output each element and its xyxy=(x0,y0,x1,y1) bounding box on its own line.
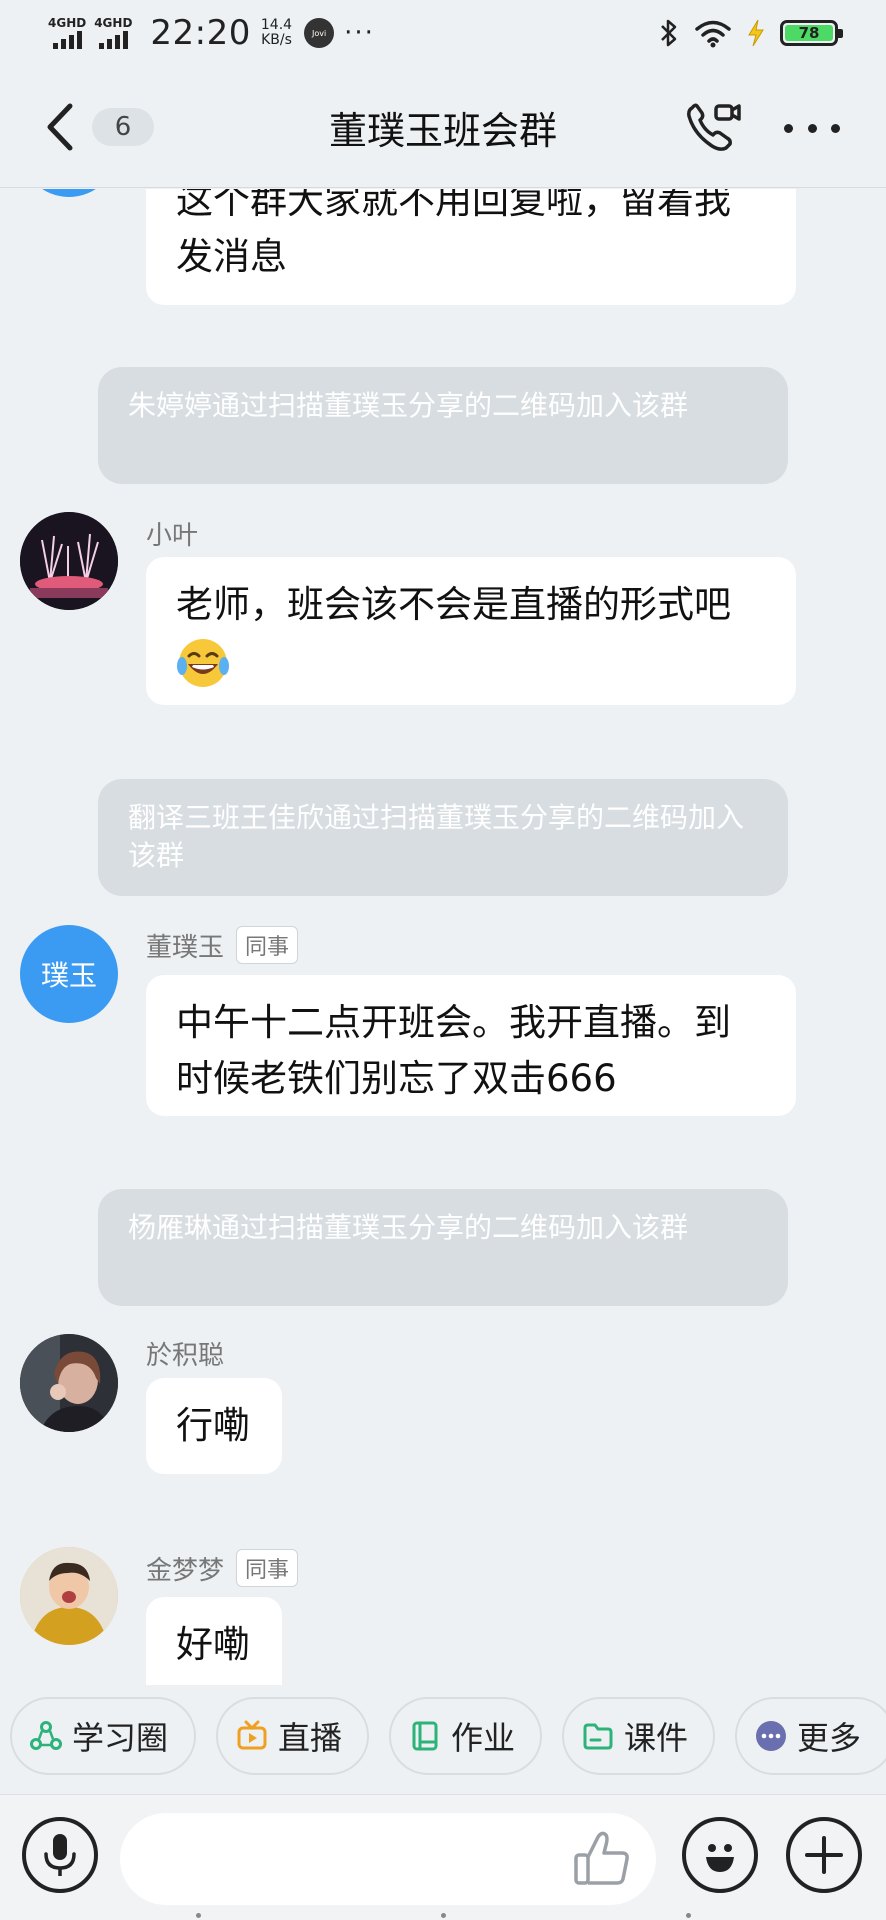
emoji-button[interactable] xyxy=(682,1817,758,1893)
input-bar xyxy=(0,1794,886,1920)
system-notice: 杨雁琳通过扫描董璞玉分享的二维码加入该群 xyxy=(98,1189,788,1306)
unread-count-badge[interactable]: 6 xyxy=(92,108,154,146)
sender-name: 小叶 xyxy=(146,521,199,551)
laughing-with-tears-emoji xyxy=(177,638,229,687)
avatar[interactable] xyxy=(20,1547,118,1645)
folder-icon xyxy=(583,1723,613,1750)
circle-share-icon xyxy=(30,1721,62,1750)
child-photo-avatar-image xyxy=(20,1547,118,1645)
page-indicator-dot xyxy=(441,1913,446,1918)
quick-action-live[interactable]: 直播 xyxy=(216,1697,369,1775)
status-more-icon: ··· xyxy=(344,18,375,48)
clock: 22:20 xyxy=(150,13,251,53)
fireworks-avatar-image xyxy=(20,512,118,610)
charging-icon xyxy=(748,19,764,47)
colleague-tag: 同事 xyxy=(236,1549,299,1587)
quick-action-study-circle[interactable]: 学习圈 xyxy=(10,1697,196,1775)
quick-action-bar: 学习圈 直播 作业 课件 更多 xyxy=(0,1697,886,1781)
person-photo-avatar-image xyxy=(20,1334,118,1432)
cellular-signal-icon: 4GHD xyxy=(48,17,86,49)
sender-name: 金梦梦 同事 xyxy=(146,1549,299,1587)
status-bar: 4GHD 4GHD 22:20 14.4 KB/s Jovi ··· 78 xyxy=(0,0,886,66)
message-bubble[interactable]: 行嘞 xyxy=(146,1378,282,1474)
page-indicator-dot xyxy=(686,1913,691,1918)
jovi-icon: Jovi xyxy=(304,18,335,48)
more-dots-icon xyxy=(756,1721,786,1751)
back-arrow-icon[interactable] xyxy=(40,102,80,152)
voice-input-button[interactable] xyxy=(22,1817,98,1893)
quick-action-courseware[interactable]: 课件 xyxy=(562,1697,715,1775)
thumbs-up-icon[interactable] xyxy=(572,1829,632,1889)
battery-level: 78 xyxy=(785,24,833,42)
microphone-icon xyxy=(44,1834,76,1876)
page-indicator-dot xyxy=(196,1913,201,1918)
battery-icon: 78 xyxy=(780,20,843,46)
wifi-icon xyxy=(695,20,731,48)
chat-header: 6 董璞玉班会群 xyxy=(0,66,886,188)
system-notice: 翻译三班王佳欣通过扫描董璞玉分享的二维码加入该群 xyxy=(98,779,788,896)
message-bubble[interactable]: 好嘞 xyxy=(146,1597,282,1685)
plus-icon xyxy=(805,1836,843,1874)
colleague-tag: 同事 xyxy=(236,926,299,964)
video-call-icon[interactable] xyxy=(682,98,742,158)
avatar[interactable]: 璞玉 xyxy=(20,925,118,1023)
message-bubble[interactable]: 这个群大家就不用回复啦，留着我发消息 xyxy=(146,189,796,305)
cellular-signal-icon-2: 4GHD xyxy=(94,17,132,49)
add-attachment-button[interactable] xyxy=(786,1817,862,1893)
message-bubble[interactable]: 中午十二点开班会。我开直播。到时候老铁们别忘了双击666 xyxy=(146,975,796,1116)
quick-action-homework[interactable]: 作业 xyxy=(389,1697,542,1775)
more-options-icon[interactable] xyxy=(784,118,840,138)
live-tv-icon xyxy=(237,1720,267,1750)
bluetooth-icon xyxy=(661,19,677,47)
sender-name: 於积聪 xyxy=(146,1341,225,1371)
book-icon xyxy=(412,1721,438,1751)
sender-name: 董璞玉 同事 xyxy=(146,926,299,964)
message-list[interactable]: 这个群大家就不用回复啦，留着我发消息 朱婷婷通过扫描董璞玉分享的二维码加入该群 … xyxy=(0,189,886,1685)
message-bubble[interactable]: 老师，班会该不会是直播的形式吧 xyxy=(146,557,796,705)
system-notice: 朱婷婷通过扫描董璞玉分享的二维码加入该群 xyxy=(98,367,788,484)
quick-action-more[interactable]: 更多 xyxy=(735,1697,886,1775)
network-speed: 14.4 KB/s xyxy=(260,17,293,48)
avatar[interactable] xyxy=(20,512,118,610)
avatar[interactable] xyxy=(20,189,118,197)
avatar[interactable] xyxy=(20,1334,118,1432)
smiley-face-icon xyxy=(706,1844,734,1872)
